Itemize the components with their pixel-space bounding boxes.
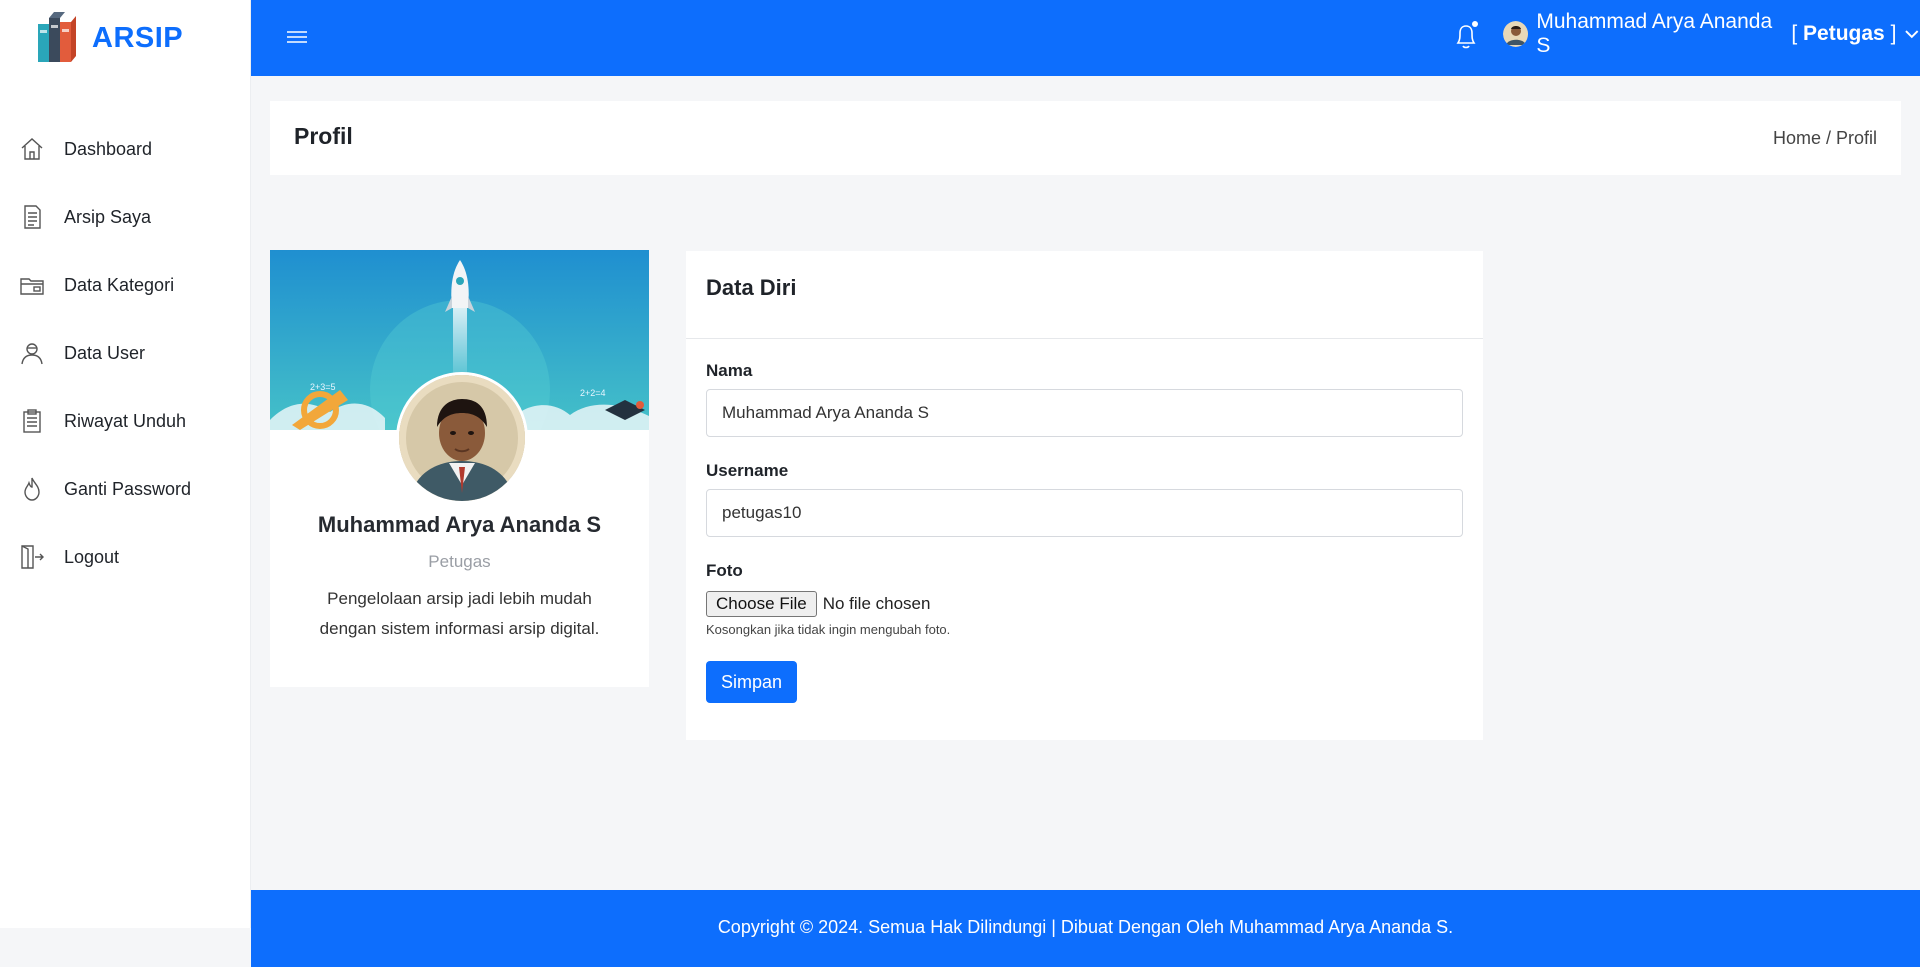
sidebar-item-label: Data User <box>64 342 146 363</box>
profile-name: Muhammad Arya Ananda S <box>317 512 602 537</box>
sidebar-item-ganti-password[interactable]: Ganti Password <box>0 455 250 523</box>
folder-icon <box>18 271 46 299</box>
breadcrumb-home-link[interactable]: Home <box>1773 128 1821 148</box>
sidebar-item-label: Logout <box>64 546 120 567</box>
save-button[interactable]: Simpan <box>706 661 797 703</box>
avatar <box>1503 21 1529 47</box>
page-header: Profil Home / Profil <box>270 101 1901 175</box>
nama-label: Nama <box>706 361 753 380</box>
sidebar-item-arsip-saya[interactable]: Arsip Saya <box>0 183 250 251</box>
sidebar-item-dashboard[interactable]: Dashboard <box>0 115 250 183</box>
role-close-bracket: ] <box>1884 22 1897 45</box>
breadcrumb-separator: / <box>1820 128 1836 148</box>
username-input[interactable] <box>706 489 1463 537</box>
sidebar-item-label: Dashboard <box>64 138 153 159</box>
footer: Copyright © 2024. Semua Hak Dilindungi |… <box>251 890 1920 967</box>
sidebar-item-label: Arsip Saya <box>64 206 152 227</box>
foto-label: Foto <box>706 561 743 580</box>
profile-card: 2+2=4 2+3=5 Muhammad Arya Ananda S Petug… <box>270 250 649 687</box>
sidebar-item-data-user[interactable]: Data User <box>0 319 250 387</box>
brand[interactable]: ARSIP <box>36 8 183 68</box>
user-dropdown[interactable]: Muhammad Arya Ananda S [ Petugas ] <box>1503 10 1920 57</box>
sidebar-item-data-kategori[interactable]: Data Kategori <box>0 251 250 319</box>
user-name: Muhammad Arya Ananda S <box>1536 10 1773 57</box>
profile-description: Pengelolaan arsip jadi lebih mudah denga… <box>319 589 600 638</box>
username-label: Username <box>706 461 789 480</box>
card-divider <box>686 338 1483 339</box>
clipboard-icon <box>18 407 46 435</box>
profile-avatar <box>396 372 528 504</box>
file-status: No file chosen <box>822 594 931 613</box>
svg-text:2+3=5: 2+3=5 <box>310 382 336 392</box>
breadcrumb-current: Profil <box>1835 128 1877 148</box>
choose-file-button[interactable]: Choose File <box>706 591 817 617</box>
sidebar-item-logout[interactable]: Logout <box>0 523 250 591</box>
logout-icon <box>18 543 46 571</box>
hamburger-menu-icon[interactable] <box>285 26 309 48</box>
home-icon <box>18 135 46 163</box>
user-icon <box>18 339 46 367</box>
chevron-down-icon <box>1905 30 1919 39</box>
role-open-bracket: [ <box>1785 22 1804 45</box>
sidebar-menu: Dashboard Arsip Saya Data Kategori Data … <box>0 115 250 591</box>
sidebar-item-riwayat-unduh[interactable]: Riwayat Unduh <box>0 387 250 455</box>
footer-copyright: Copyright © 2024. Semua Hak Dilindungi |… <box>717 917 1454 937</box>
brand-name: ARSIP <box>92 21 184 54</box>
flame-icon <box>18 475 46 503</box>
profile-role: Petugas <box>428 552 491 571</box>
books-logo-icon <box>38 12 76 62</box>
foto-help-text: Kosongkan jika tidak ingin mengubah foto… <box>706 622 951 637</box>
document-icon <box>18 203 46 231</box>
profile-form-card: Data Diri Nama Username Foto Choose File… <box>686 251 1483 740</box>
sidebar-item-label: Riwayat Unduh <box>64 410 187 431</box>
top-navbar: Muhammad Arya Ananda S [ Petugas ] <box>251 0 1920 76</box>
breadcrumb: Home / Profil <box>1773 128 1877 149</box>
user-role: Petugas <box>1803 22 1885 45</box>
sidebar-item-label: Data Kategori <box>64 274 175 295</box>
sidebar-bottom-spacer <box>0 928 250 967</box>
foto-file-input[interactable]: Choose File No file chosen <box>706 591 930 617</box>
svg-text:2+2=4: 2+2=4 <box>580 388 606 398</box>
sidebar: ARSIP Dashboard Arsip Saya Data Kategori… <box>0 0 251 928</box>
nama-input[interactable] <box>706 389 1463 437</box>
sidebar-item-label: Ganti Password <box>64 478 192 499</box>
notification-bell-icon[interactable] <box>1451 20 1481 52</box>
page-title: Profil <box>294 123 353 149</box>
form-heading: Data Diri <box>706 275 797 300</box>
